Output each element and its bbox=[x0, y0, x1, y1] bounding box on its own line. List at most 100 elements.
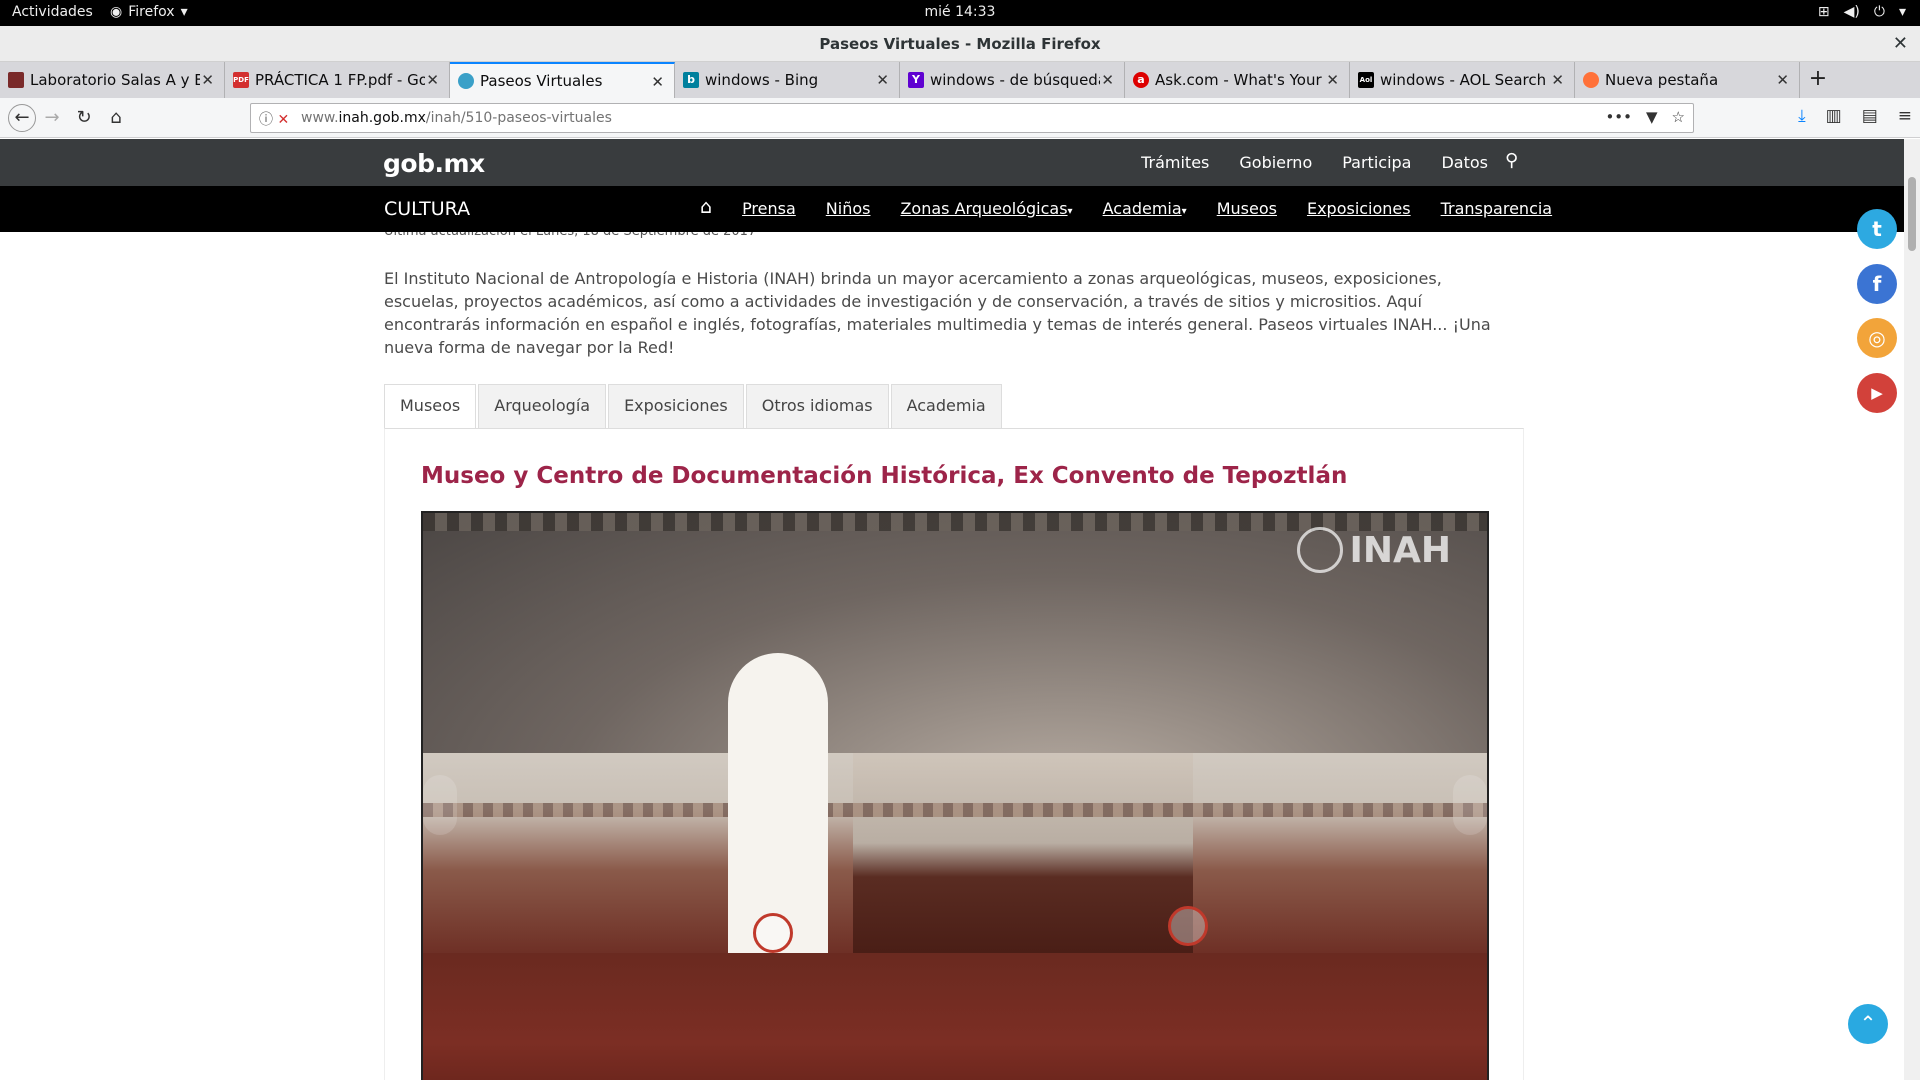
page-scrollbar[interactable] bbox=[1904, 139, 1920, 1080]
tab-arqueologia[interactable]: Arqueología bbox=[478, 384, 607, 428]
tab-exposiciones[interactable]: Exposiciones bbox=[608, 384, 744, 428]
inah-logo-text: INAH bbox=[1349, 529, 1451, 571]
tab-aol[interactable]: Aol windows - AOL Search Re ✕ bbox=[1350, 62, 1575, 98]
volume-icon: ◀) bbox=[1843, 4, 1860, 20]
pdf-icon: PDF bbox=[233, 72, 249, 88]
inah-seal-icon bbox=[1297, 527, 1344, 573]
url-text: www.inah.gob.mx/inah/510-paseos-virtuale… bbox=[301, 110, 612, 126]
nav-prensa[interactable]: Prensa bbox=[742, 199, 796, 218]
sidebar-icon[interactable]: ▤ bbox=[1862, 106, 1878, 126]
twitter-icon[interactable]: t bbox=[1857, 209, 1897, 249]
new-tab-button[interactable]: + bbox=[1800, 62, 1836, 98]
close-icon[interactable]: ✕ bbox=[1893, 33, 1908, 54]
page-actions-icon[interactable]: ••• bbox=[1605, 108, 1632, 126]
url-bar[interactable]: ⓘ ✕ www.inah.gob.mx/inah/510-paseos-virt… bbox=[250, 103, 1694, 133]
reload-button[interactable]: ↻ bbox=[72, 106, 96, 130]
gob-logo[interactable]: gob.mx bbox=[383, 149, 485, 178]
search-icon[interactable]: ⚲ bbox=[1505, 150, 1518, 171]
tab-label: Nueva pestaña bbox=[1605, 71, 1719, 89]
inah-watermark: INAH bbox=[1297, 527, 1451, 573]
nav-ninos[interactable]: Niños bbox=[826, 199, 871, 218]
caret-down-icon: ▾ bbox=[1067, 206, 1073, 217]
intro-text: El Instituto Nacional de Antropología e … bbox=[384, 269, 1491, 357]
nav-zonas-dropdown[interactable]: Zonas Arqueológicas▾ bbox=[900, 199, 1072, 218]
window-title: Paseos Virtuales - Mozilla Firefox bbox=[819, 35, 1101, 53]
aol-icon: Aol bbox=[1358, 72, 1374, 88]
tab-laboratorio[interactable]: Laboratorio Salas A y B ✕ bbox=[0, 62, 225, 98]
tab-bing[interactable]: b windows - Bing ✕ bbox=[675, 62, 900, 98]
navigation-toolbar: ← → ↻ ⌂ ⓘ ✕ www.inah.gob.mx/inah/510-pas… bbox=[0, 98, 1920, 138]
network-icon: ⊞ bbox=[1817, 4, 1830, 20]
instagram-icon[interactable]: ◎ bbox=[1857, 318, 1897, 358]
info-icon[interactable]: ⓘ ✕ bbox=[259, 109, 289, 129]
tab-otros-idiomas[interactable]: Otros idiomas bbox=[745, 384, 889, 428]
nav-datos[interactable]: Datos bbox=[1441, 153, 1488, 172]
gnome-top-bar: Actividades ◉ Firefox ▾ mié 14:33 ⊞ ◀) ⏻… bbox=[0, 0, 1920, 26]
facebook-icon[interactable]: f bbox=[1857, 264, 1897, 304]
bing-icon: b bbox=[683, 72, 699, 88]
pano-hotspot[interactable] bbox=[753, 913, 793, 953]
pocket-icon[interactable]: ▼ bbox=[1646, 108, 1658, 126]
tab-ask[interactable]: a Ask.com - What's Your Qu ✕ bbox=[1125, 62, 1350, 98]
pano-left-arrow[interactable] bbox=[423, 775, 457, 835]
home-icon[interactable]: ⌂ bbox=[700, 196, 712, 218]
back-button[interactable]: ← bbox=[8, 104, 36, 132]
gob-header: gob.mx Trámites Gobierno Participa Datos… bbox=[0, 139, 1904, 186]
tab-label: Paseos Virtuales bbox=[480, 72, 603, 90]
tab-label: windows - Bing bbox=[705, 71, 819, 89]
close-tab-icon[interactable]: ✕ bbox=[651, 73, 664, 91]
tab-practica[interactable]: PDF PRÁCTICA 1 FP.pdf - Goo ✕ bbox=[225, 62, 450, 98]
back-to-top-button[interactable]: ⌃ bbox=[1848, 1004, 1888, 1044]
tab-panel: Museo y Centro de Documentación Históric… bbox=[384, 428, 1524, 1080]
tab-academia[interactable]: Academia bbox=[890, 384, 1002, 428]
close-tab-icon[interactable]: ✕ bbox=[426, 71, 439, 89]
pano-floor bbox=[423, 953, 1487, 1080]
pano-doorway bbox=[728, 653, 828, 953]
panel-title[interactable]: Museo y Centro de Documentación Históric… bbox=[421, 463, 1347, 489]
ask-icon: a bbox=[1133, 72, 1149, 88]
youtube-icon[interactable]: ▶ bbox=[1857, 373, 1897, 413]
nav-tramites[interactable]: Trámites bbox=[1141, 153, 1209, 172]
nav-participa[interactable]: Participa bbox=[1342, 153, 1411, 172]
nav-academia[interactable]: Academia bbox=[1103, 199, 1182, 218]
tab-nueva[interactable]: Nueva pestaña ✕ bbox=[1575, 62, 1800, 98]
tab-museos[interactable]: Museos bbox=[384, 384, 477, 428]
power-icon: ⏻ bbox=[1873, 4, 1885, 20]
nav-gobierno[interactable]: Gobierno bbox=[1239, 153, 1312, 172]
close-tab-icon[interactable]: ✕ bbox=[876, 71, 889, 89]
close-tab-icon[interactable]: ✕ bbox=[1101, 71, 1114, 89]
pano-right-arrow[interactable] bbox=[1453, 775, 1487, 835]
nav-zonas[interactable]: Zonas Arqueológicas bbox=[900, 199, 1067, 218]
nav-academia-dropdown[interactable]: Academia▾ bbox=[1103, 199, 1187, 218]
nav-transparencia[interactable]: Transparencia bbox=[1441, 199, 1553, 218]
tab-label: PRÁCTICA 1 FP.pdf - Goo bbox=[255, 71, 425, 89]
close-tab-icon[interactable]: ✕ bbox=[1326, 71, 1339, 89]
library-icon[interactable]: ▥ bbox=[1826, 106, 1842, 126]
close-tab-icon[interactable]: ✕ bbox=[201, 71, 214, 89]
close-tab-icon[interactable]: ✕ bbox=[1776, 71, 1789, 89]
tab-label: windows - de búsqueda bbox=[930, 71, 1100, 89]
menu-icon[interactable]: ≡ bbox=[1898, 106, 1912, 126]
firefox-icon bbox=[1583, 72, 1599, 88]
system-tray[interactable]: ⊞ ◀) ⏻ ▾ bbox=[1818, 4, 1906, 20]
cultura-title[interactable]: CULTURA bbox=[384, 198, 470, 220]
forward-button[interactable]: → bbox=[40, 106, 64, 130]
scrollbar-thumb[interactable] bbox=[1908, 177, 1916, 251]
virtual-tour-viewer[interactable]: INAH bbox=[421, 511, 1489, 1080]
tab-paseos-virtuales[interactable]: Paseos Virtuales ✕ bbox=[450, 62, 675, 98]
nav-exposiciones[interactable]: Exposiciones bbox=[1307, 199, 1411, 218]
home-button[interactable]: ⌂ bbox=[104, 106, 128, 130]
tab-strip: Laboratorio Salas A y B ✕ PDF PRÁCTICA 1… bbox=[0, 62, 1920, 98]
lab-icon bbox=[8, 72, 24, 88]
downloads-icon[interactable]: ⤓ bbox=[1798, 106, 1806, 126]
caret-down-icon: ▾ bbox=[1181, 206, 1187, 217]
bookmark-star-icon[interactable]: ☆ bbox=[1672, 108, 1685, 126]
tab-label: Ask.com - What's Your Qu bbox=[1155, 71, 1325, 89]
nav-museos[interactable]: Museos bbox=[1217, 199, 1277, 218]
pano-hotspot[interactable] bbox=[1168, 906, 1208, 946]
cultura-menu: ⌂ Prensa Niños Zonas Arqueológicas▾ Acad… bbox=[700, 196, 1553, 218]
clock[interactable]: mié 14:33 bbox=[0, 4, 1920, 20]
close-tab-icon[interactable]: ✕ bbox=[1551, 71, 1564, 89]
tab-yahoo[interactable]: Y windows - de búsqueda ✕ bbox=[900, 62, 1125, 98]
cultura-nav-bar: CULTURA ⌂ Prensa Niños Zonas Arqueológic… bbox=[0, 186, 1904, 232]
